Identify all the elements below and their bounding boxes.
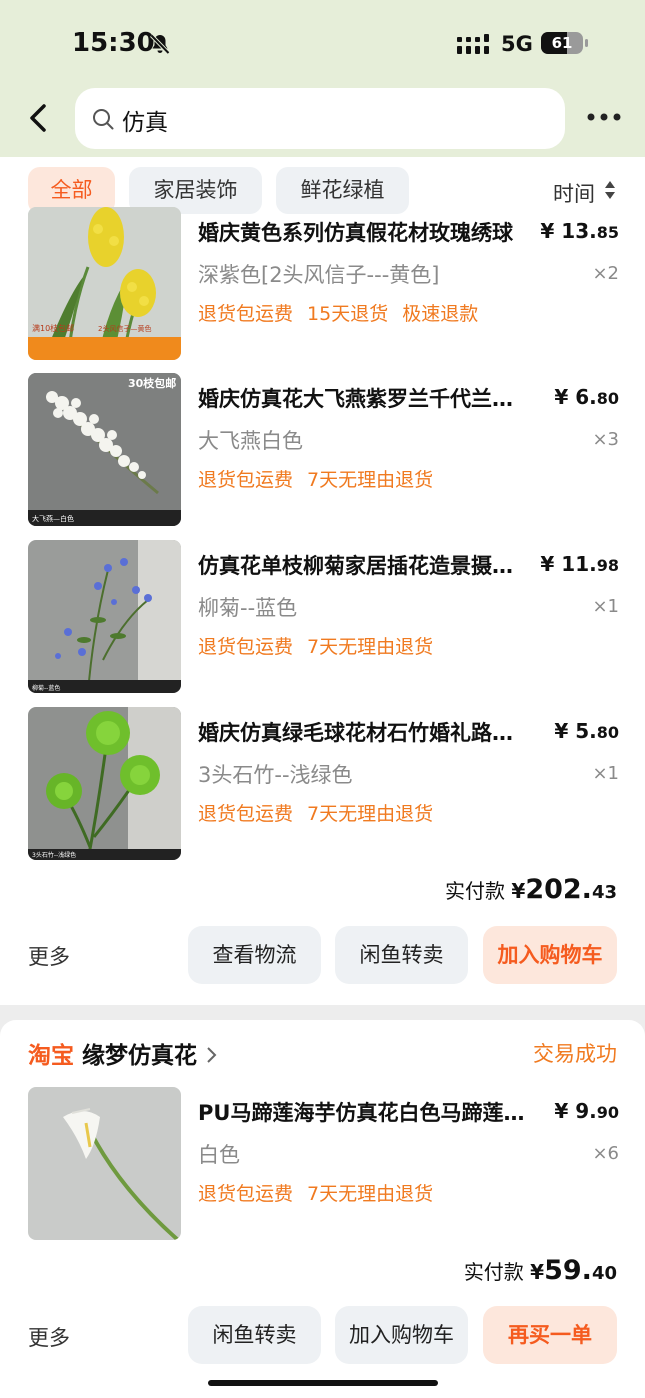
- tag-return-policy: 7天无理由退货: [307, 636, 434, 658]
- more-actions-link[interactable]: 更多: [28, 941, 70, 971]
- order-total: 实付款 ¥59.40: [463, 1255, 617, 1286]
- tag-free-return-shipping: 退货包运费: [198, 469, 294, 491]
- item-quantity: ×1: [592, 596, 619, 617]
- item-title: PU马蹄莲海芋仿真花白色马蹄莲…: [198, 1101, 525, 1125]
- thumb-label: 大飞燕—白色: [32, 514, 74, 523]
- sort-icon[interactable]: [604, 179, 616, 201]
- more-options-icon[interactable]: [586, 108, 622, 126]
- more-actions-link[interactable]: 更多: [28, 1322, 70, 1352]
- bell-muted-icon: [150, 34, 170, 55]
- item-title: 婚庆仿真花大飞燕紫罗兰千代兰…: [198, 387, 513, 411]
- item-price: ¥ 9.90: [554, 1099, 619, 1123]
- tag-return-days: 15天退货: [307, 303, 389, 325]
- service-tags: 退货包运费 7天无理由退货: [198, 799, 447, 826]
- item-price: ¥ 5.80: [554, 719, 619, 743]
- item-variant: 柳菊--蓝色: [198, 596, 298, 620]
- item-price: ¥ 13.85: [540, 219, 619, 243]
- tag-free-return-shipping: 退货包运费: [198, 1183, 294, 1205]
- header: 15:30 5G 61 仿真: [0, 0, 645, 157]
- chevron-right-icon: [207, 1047, 217, 1063]
- tag-return-policy: 7天无理由退货: [307, 803, 434, 825]
- resell-on-xianyu-button[interactable]: 闲鱼转卖: [188, 1306, 321, 1364]
- home-indicator[interactable]: [208, 1380, 438, 1386]
- total-amount: 202.: [525, 874, 592, 905]
- product-thumbnail[interactable]: 大飞燕—白色 30枝包邮: [28, 373, 181, 526]
- tag-fast-refund: 极速退款: [402, 303, 479, 325]
- product-thumbnail[interactable]: 满10枝包邮 2头风信子—黄色: [28, 207, 181, 360]
- order-item[interactable]: PU马蹄莲海芋仿真花白色马蹄莲… ¥ 9.90 白色 ×6 退货包运费 7天无理由…: [0, 1087, 645, 1241]
- item-price: ¥ 6.80: [554, 385, 619, 409]
- shop-name: 缘梦仿真花: [82, 1043, 198, 1069]
- product-thumbnail[interactable]: 柳菊--蓝色: [28, 540, 181, 693]
- order-item[interactable]: 满10枝包邮 2头风信子—黄色 婚庆黄色系列仿真假花材玫瑰绣球 ¥ 13.85 …: [0, 207, 645, 361]
- tag-free-return-shipping: 退货包运费: [198, 803, 294, 825]
- order-item[interactable]: 大飞燕—白色 30枝包邮 婚庆仿真花大飞燕紫罗兰千代兰… ¥ 6.80 大飞燕白…: [0, 373, 645, 527]
- item-title: 仿真花单枝柳菊家居插花造景摄…: [198, 554, 513, 578]
- search-query: 仿真: [122, 110, 168, 136]
- search-input[interactable]: 仿真: [75, 88, 565, 149]
- resell-on-xianyu-button[interactable]: 闲鱼转卖: [335, 926, 468, 984]
- order-search-page: 15:30 5G 61 仿真 全部 家居装饰 鲜花绿植 时间 满10枝包邮 2头…: [0, 0, 645, 1398]
- sort-by-time[interactable]: 时间: [553, 178, 595, 208]
- taobao-brand: 淘宝: [28, 1043, 74, 1069]
- item-variant: 白色: [198, 1143, 240, 1167]
- add-to-cart-button[interactable]: 加入购物车: [335, 1306, 468, 1364]
- network-type: 5G: [501, 32, 533, 56]
- view-logistics-button[interactable]: 查看物流: [188, 926, 321, 984]
- thumb-caption: 满10枝包邮: [32, 323, 74, 333]
- order-item[interactable]: 3头石竹--浅绿色 婚庆仿真绿毛球花材石竹婚礼路… ¥ 5.80 3头石竹--浅…: [0, 707, 645, 861]
- item-price: ¥ 11.98: [540, 552, 619, 576]
- tag-free-return-shipping: 退货包运费: [198, 636, 294, 658]
- buy-again-button[interactable]: 再买一单: [483, 1306, 617, 1364]
- item-variant: 大飞燕白色: [198, 429, 303, 453]
- order-card: 满10枝包邮 2头风信子—黄色 婚庆黄色系列仿真假花材玫瑰绣球 ¥ 13.85 …: [0, 207, 645, 1005]
- item-quantity: ×6: [592, 1143, 619, 1164]
- search-icon: [93, 109, 114, 130]
- item-title: 婚庆仿真绿毛球花材石竹婚礼路…: [198, 721, 513, 745]
- tag-return-policy: 7天无理由退货: [307, 1183, 434, 1205]
- total-label: 实付款: [445, 879, 506, 903]
- service-tags: 退货包运费 7天无理由退货: [198, 1179, 447, 1206]
- item-variant: 3头石竹--浅绿色: [198, 763, 353, 787]
- product-thumbnail[interactable]: 3头石竹--浅绿色: [28, 707, 181, 860]
- product-thumbnail[interactable]: [28, 1087, 181, 1240]
- battery-icon: 61: [541, 32, 589, 54]
- back-icon[interactable]: [22, 100, 56, 136]
- order-total: 实付款 ¥202.43: [445, 874, 617, 905]
- order-card: 淘宝 缘梦仿真花 交易成功 PU马蹄莲海芋仿真花白色马蹄莲… ¥ 9.90 白色…: [0, 1020, 645, 1398]
- total-label: 实付款: [463, 1260, 524, 1284]
- thumb-label: 柳菊--蓝色: [32, 684, 60, 692]
- thumb-label: 3头石竹--浅绿色: [32, 851, 76, 859]
- item-variant: 深紫色[2头风信子---黄色]: [198, 263, 440, 287]
- item-quantity: ×1: [592, 763, 619, 784]
- item-quantity: ×2: [592, 263, 619, 284]
- tag-return-policy: 7天无理由退货: [307, 469, 434, 491]
- status-time: 15:30: [72, 28, 155, 58]
- service-tags: 退货包运费 7天无理由退货: [198, 465, 447, 492]
- thumb-label: 2头风信子—黄色: [98, 324, 151, 333]
- tag-free-return-shipping: 退货包运费: [198, 303, 294, 325]
- add-to-cart-button[interactable]: 加入购物车: [483, 926, 617, 984]
- item-title: 婚庆黄色系列仿真假花材玫瑰绣球: [198, 221, 513, 245]
- item-quantity: ×3: [592, 429, 619, 450]
- thumb-caption: 30枝包邮: [128, 376, 176, 390]
- status-bar: 15:30 5G 61: [0, 0, 645, 88]
- cellular-signal-icon: [457, 34, 489, 54]
- battery-percent: 61: [551, 34, 573, 52]
- service-tags: 退货包运费 7天无理由退货: [198, 632, 447, 659]
- total-amount: 59.: [544, 1255, 592, 1286]
- shop-header[interactable]: 淘宝 缘梦仿真花: [28, 1036, 219, 1070]
- order-item[interactable]: 柳菊--蓝色 仿真花单枝柳菊家居插花造景摄… ¥ 11.98 柳菊--蓝色 ×1…: [0, 540, 645, 694]
- service-tags: 退货包运费 15天退货 极速退款: [198, 299, 492, 326]
- order-status: 交易成功: [533, 1042, 617, 1066]
